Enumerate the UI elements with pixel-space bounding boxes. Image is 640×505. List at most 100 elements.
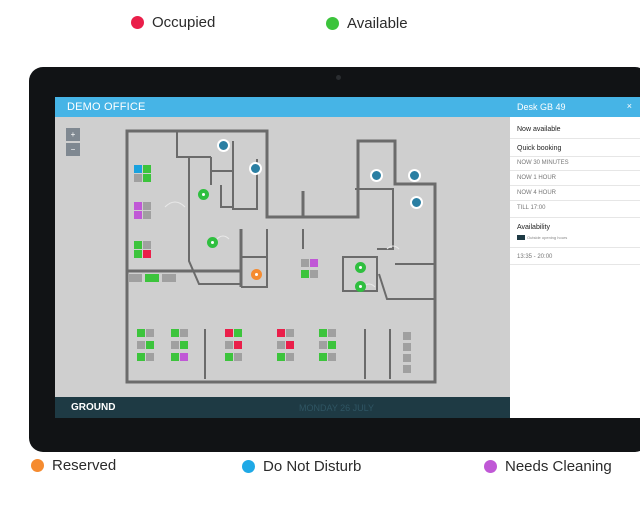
legend-reserved: Reserved <box>31 457 116 474</box>
reserved-dot-icon <box>31 459 44 472</box>
desk-icon[interactable] <box>180 341 188 349</box>
desk-icon[interactable] <box>146 341 154 349</box>
desk-icon[interactable] <box>319 329 327 337</box>
desk-icon[interactable] <box>403 365 411 373</box>
desk-icon[interactable] <box>234 341 242 349</box>
desk-icon[interactable] <box>310 259 318 267</box>
desk-icon[interactable] <box>137 329 145 337</box>
desk-icon[interactable] <box>134 211 142 219</box>
meeting-pod-icon[interactable] <box>355 262 366 273</box>
panel-title: Desk GB 49 <box>517 102 566 112</box>
needs-cleaning-dot-icon <box>484 460 497 473</box>
desk-icon[interactable] <box>171 341 179 349</box>
availability-heading: Availability <box>517 224 550 231</box>
desk-icon[interactable] <box>319 353 327 361</box>
desk-icon[interactable] <box>134 174 142 182</box>
desk-icon[interactable] <box>328 329 336 337</box>
app-title: DEMO OFFICE <box>67 101 146 113</box>
desk-icon[interactable] <box>128 274 142 282</box>
desk-icon[interactable] <box>180 329 188 337</box>
divider <box>510 200 640 201</box>
desk-icon[interactable] <box>277 329 285 337</box>
desk-icon[interactable] <box>137 353 145 361</box>
close-icon[interactable]: × <box>627 101 632 111</box>
legend-needs-cleaning: Needs Cleaning <box>484 458 612 475</box>
outside-hours-swatch-icon <box>517 235 525 240</box>
legend-available: Available <box>326 15 408 32</box>
legend-reserved-label: Reserved <box>52 457 117 474</box>
divider <box>510 217 640 218</box>
desk-icon[interactable] <box>134 165 142 173</box>
legend-do-not-disturb-label: Do Not Disturb <box>263 458 362 475</box>
desk-icon[interactable] <box>143 211 151 219</box>
desk-icon[interactable] <box>225 341 233 349</box>
desk-icon[interactable] <box>134 241 142 249</box>
legend-do-not-disturb: Do Not Disturb <box>242 458 361 475</box>
desk-icon[interactable] <box>328 341 336 349</box>
desk-icon[interactable] <box>146 353 154 361</box>
meeting-pod-icon[interactable] <box>207 237 218 248</box>
desk-icon[interactable] <box>143 174 151 182</box>
divider <box>510 138 640 139</box>
meeting-pod-icon[interactable] <box>355 281 366 292</box>
meeting-pod-icon[interactable] <box>198 189 209 200</box>
desk-icon[interactable] <box>403 343 411 351</box>
available-dot-icon <box>326 17 339 30</box>
desk-icon[interactable] <box>225 353 233 361</box>
meeting-pod-icon[interactable] <box>251 269 262 280</box>
availability-legend: Outside opening hours <box>517 235 567 240</box>
desk-icon[interactable] <box>143 165 151 173</box>
desk-icon[interactable] <box>286 353 294 361</box>
quick-booking-heading: Quick booking <box>517 145 562 152</box>
desk-icon[interactable] <box>143 202 151 210</box>
availability-slot[interactable]: 13:35 - 20:00 <box>517 254 552 260</box>
quick-booking-option[interactable]: TILL 17:00 <box>517 205 545 211</box>
desk-icon[interactable] <box>286 329 294 337</box>
panel-header: Desk GB 49 × <box>510 97 640 117</box>
date-label[interactable]: MONDAY 26 JULY <box>299 403 374 413</box>
desk-icon[interactable] <box>277 353 285 361</box>
desk-icon[interactable] <box>277 341 285 349</box>
restroom-icon <box>410 196 423 209</box>
divider <box>510 156 640 157</box>
desk-icon[interactable] <box>143 241 151 249</box>
do-not-disturb-dot-icon <box>242 460 255 473</box>
desk-icon[interactable] <box>162 274 176 282</box>
desk-icon[interactable] <box>134 250 142 258</box>
desk-icon[interactable] <box>180 353 188 361</box>
quick-booking-option[interactable]: NOW 1 HOUR <box>517 175 556 181</box>
restroom-icon <box>408 169 421 182</box>
quick-booking-option[interactable]: NOW 30 MINUTES <box>517 160 569 166</box>
app-screen: DEMO OFFICE + − GROUND MONDAY 26 JULY De… <box>55 97 640 418</box>
desk-icon[interactable] <box>137 341 145 349</box>
desk-icon[interactable] <box>134 202 142 210</box>
desk-icon[interactable] <box>310 270 318 278</box>
desk-icon[interactable] <box>171 353 179 361</box>
floor-selector[interactable]: GROUND <box>71 402 115 413</box>
restroom-icon <box>249 162 262 175</box>
floor-plan[interactable] <box>125 129 438 384</box>
desk-icon[interactable] <box>171 329 179 337</box>
desk-icon[interactable] <box>234 353 242 361</box>
desk-icon[interactable] <box>328 353 336 361</box>
desk-icon[interactable] <box>234 329 242 337</box>
zoom-out-button[interactable]: − <box>66 143 80 156</box>
desk-icon[interactable] <box>143 250 151 258</box>
desk-icon[interactable] <box>403 332 411 340</box>
availability-note: Outside opening hours <box>527 235 568 240</box>
divider <box>510 264 640 265</box>
occupied-dot-icon <box>131 16 144 29</box>
desk-icon[interactable] <box>286 341 294 349</box>
desk-icon[interactable] <box>301 259 309 267</box>
divider <box>510 185 640 186</box>
desk-icon[interactable] <box>225 329 233 337</box>
desk-icon[interactable] <box>301 270 309 278</box>
legend-occupied-label: Occupied <box>152 14 216 31</box>
desk-icon[interactable] <box>403 354 411 362</box>
footer-bar: GROUND MONDAY 26 JULY <box>55 397 510 418</box>
desk-icon[interactable] <box>145 274 159 282</box>
zoom-in-button[interactable]: + <box>66 128 80 141</box>
desk-icon[interactable] <box>319 341 327 349</box>
quick-booking-option[interactable]: NOW 4 HOUR <box>517 190 556 196</box>
desk-icon[interactable] <box>146 329 154 337</box>
